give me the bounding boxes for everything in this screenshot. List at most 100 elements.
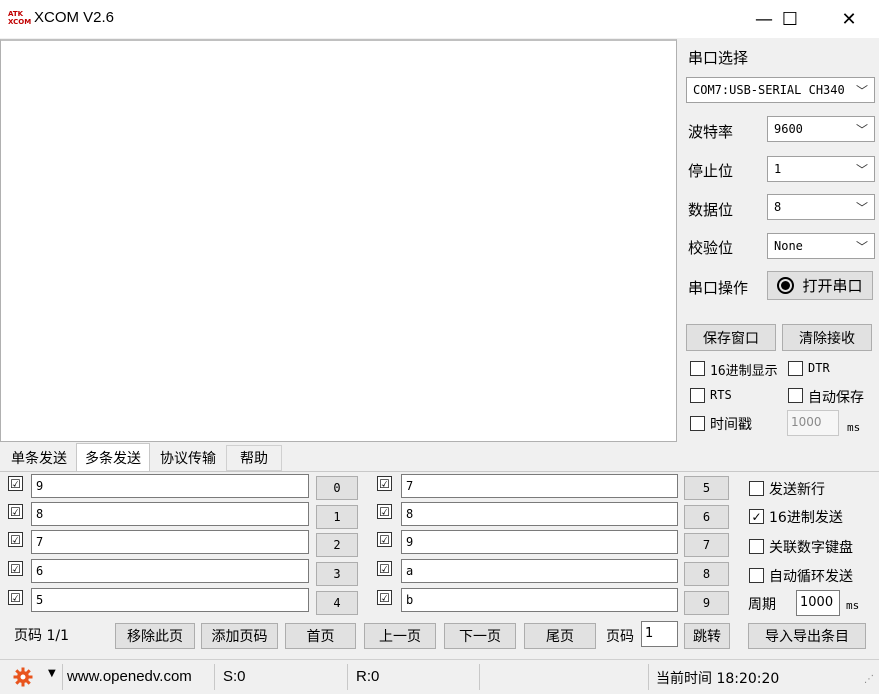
link-keyboard-checkbox[interactable] [749,539,764,554]
port-select-value: COM7:USB-SERIAL CH340 [693,83,845,97]
baud-value: 9600 [774,122,803,136]
send-button-7[interactable]: 7 [684,533,729,557]
parity-select[interactable]: None ﹀ [767,233,875,259]
add-page-button[interactable]: 添加页码 [201,623,278,649]
clear-receive-button[interactable]: 清除接收 [782,324,872,351]
data-bits-select[interactable]: 8 ﹀ [767,194,875,220]
baud-label: 波特率 [688,123,734,141]
record-icon [777,277,795,294]
send-input-7[interactable]: 9 [401,530,678,554]
row-2-checkbox[interactable]: ☑ [8,532,23,547]
window-title: XCOM V2.6 [34,9,115,26]
port-select[interactable]: COM7:USB-SERIAL CH340 ﹀ [686,77,875,103]
first-page-button[interactable]: 首页 [285,623,356,649]
rts-checkbox[interactable] [690,388,705,403]
import-export-button[interactable]: 导入导出条目 [748,623,866,649]
row-4-checkbox[interactable]: ☑ [8,590,23,605]
page-number-input[interactable]: 1 [641,621,678,647]
period-label: 周期 [748,597,776,613]
gear-icon[interactable] [12,666,34,688]
open-port-button[interactable]: 打开串口 [767,271,873,300]
send-input-0[interactable]: 9 [31,474,309,498]
receive-textarea[interactable] [0,39,677,442]
hex-display-checkbox[interactable] [690,361,705,376]
chevron-down-icon: ﹀ [855,240,868,254]
hex-send-label: 16进制发送 [769,510,843,526]
tab-multi-send[interactable]: 多条发送 [76,443,150,471]
timestamp-label: 时间戳 [710,417,752,433]
status-separator [62,664,63,690]
row-6-checkbox[interactable]: ☑ [377,504,392,519]
remove-page-button[interactable]: 移除此页 [115,623,195,649]
timestamp-interval-input[interactable]: 1000 [787,410,839,436]
send-input-9[interactable]: b [401,588,678,612]
status-separator [479,664,480,690]
timestamp-checkbox[interactable] [690,416,705,431]
period-ms-label: ms [846,599,860,612]
send-input-1[interactable]: 8 [31,502,309,526]
page-indicator: 页码 1/1 [14,628,69,644]
send-button-2[interactable]: 2 [316,533,358,557]
auto-loop-checkbox[interactable] [749,568,764,583]
app-logo: ATK XCOM [8,10,32,26]
row-8-checkbox[interactable]: ☑ [377,561,392,576]
row-1-checkbox[interactable]: ☑ [8,504,23,519]
stop-bits-label: 停止位 [688,162,734,180]
row-5-checkbox[interactable]: ☑ [377,476,392,491]
last-page-button[interactable]: 尾页 [524,623,596,649]
tab-protocol[interactable]: 协议传输 [152,445,224,471]
send-input-8[interactable]: a [401,559,678,583]
row-0-checkbox[interactable]: ☑ [8,476,23,491]
save-window-button[interactable]: 保存窗口 [686,324,776,351]
row-9-checkbox[interactable]: ☑ [377,590,392,605]
resize-grip-icon[interactable]: ⋰ [864,674,874,685]
row-3-checkbox[interactable]: ☑ [8,561,23,576]
dtr-label: DTR [808,361,830,375]
stop-bits-value: 1 [774,162,782,176]
period-input[interactable]: 1000 [796,590,840,616]
send-button-6[interactable]: 6 [684,505,729,529]
jump-button[interactable]: 跳转 [684,623,730,649]
send-input-3[interactable]: 6 [31,559,309,583]
data-bits-value: 8 [774,200,782,214]
send-tabs: 单条发送 多条发送 协议传输 帮助 [0,443,300,471]
send-input-6[interactable]: 8 [401,502,678,526]
parity-label: 校验位 [688,239,734,257]
chevron-down-icon: ﹀ [855,84,868,98]
send-button-4[interactable]: 4 [316,591,358,615]
maximize-button[interactable]: ☐ [767,0,813,38]
dropdown-arrow-icon[interactable]: ▼ [48,668,56,679]
current-time: 当前时间 18:20:20 [656,671,780,687]
send-input-5[interactable]: 7 [401,474,678,498]
parity-value: None [774,239,803,253]
rts-label: RTS [710,388,732,402]
timestamp-ms-label: ms [847,421,861,434]
link-keyboard-label: 关联数字键盘 [769,540,853,556]
prev-page-button[interactable]: 上一页 [364,623,436,649]
send-button-3[interactable]: 3 [316,562,358,586]
send-button-5[interactable]: 5 [684,476,729,500]
send-button-9[interactable]: 9 [684,591,729,615]
send-button-0[interactable]: 0 [316,476,358,500]
stop-bits-select[interactable]: 1 ﹀ [767,156,875,182]
website-link[interactable]: www.openedv.com [67,668,192,685]
send-input-4[interactable]: 5 [31,588,309,612]
close-button[interactable]: ✕ [826,0,872,38]
dtr-checkbox[interactable] [788,361,803,376]
hex-send-checkbox[interactable]: ✓ [749,509,764,524]
serial-select-label: 串口选择 [688,49,749,67]
auto-loop-label: 自动循环发送 [769,569,853,585]
send-button-1[interactable]: 1 [316,505,358,529]
row-7-checkbox[interactable]: ☑ [377,532,392,547]
auto-save-label: 自动保存 [808,390,864,406]
auto-save-checkbox[interactable] [788,388,803,403]
send-button-8[interactable]: 8 [684,562,729,586]
send-newline-checkbox[interactable] [749,481,764,496]
send-input-2[interactable]: 7 [31,530,309,554]
next-page-button[interactable]: 下一页 [444,623,516,649]
tab-help[interactable]: 帮助 [226,445,282,471]
tab-single-send[interactable]: 单条发送 [4,445,74,471]
serial-op-label: 串口操作 [688,279,749,297]
baud-select[interactable]: 9600 ﹀ [767,116,875,142]
status-separator [214,664,215,690]
